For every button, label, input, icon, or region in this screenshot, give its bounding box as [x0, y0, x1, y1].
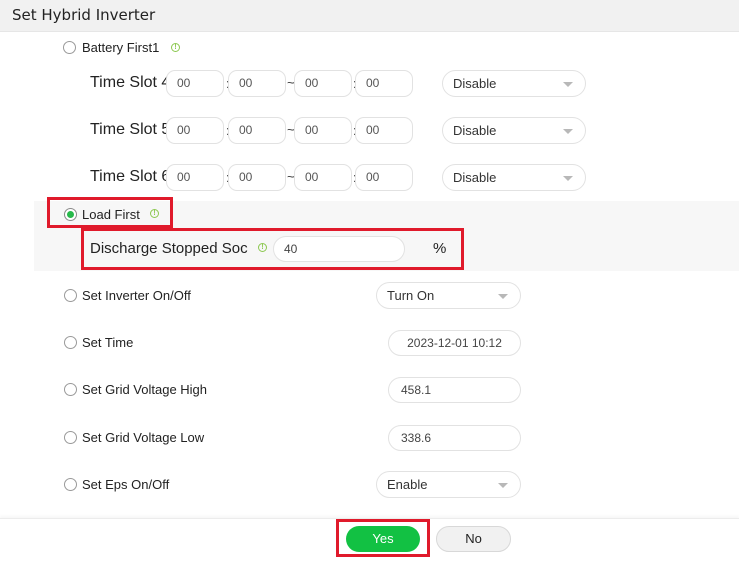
inverter-onoff-value: Turn On [387, 288, 435, 303]
set-time-label: Set Time [82, 335, 134, 350]
time-slot-label: Time Slot 4 [90, 74, 171, 91]
slot-state-value: Disable [453, 76, 497, 91]
grid-voltage-low-input[interactable]: 338.6 [388, 425, 521, 451]
start-hour-input[interactable]: 00 [166, 70, 224, 97]
slot-state-select[interactable]: Disable [442, 117, 586, 144]
start-minute-input[interactable]: 00 [228, 164, 286, 191]
highlight-box [81, 228, 464, 270]
end-hour-input[interactable]: 00 [294, 164, 352, 191]
highlight-box [47, 197, 173, 228]
highlight-box [336, 519, 430, 557]
dialog-title: Set Hybrid Inverter [12, 6, 156, 24]
battery-first-label: Battery First1 [82, 40, 160, 55]
time-slot-label: Time Slot 6 [90, 168, 171, 185]
end-minute-input[interactable]: 00 [355, 70, 413, 97]
set-grid-voltage-high-label: Set Grid Voltage High [82, 382, 208, 397]
slot-state-select[interactable]: Disable [442, 70, 586, 97]
end-minute-input[interactable]: 00 [355, 117, 413, 144]
end-hour-input[interactable]: 00 [294, 70, 352, 97]
slot-state-value: Disable [453, 123, 497, 138]
chevron-down-icon [563, 176, 573, 181]
chevron-down-icon [498, 483, 508, 488]
chevron-down-icon [563, 129, 573, 134]
battery-first-radio[interactable] [63, 41, 76, 54]
eps-onoff-value: Enable [387, 477, 428, 492]
info-icon[interactable]: ! [171, 43, 180, 52]
set-grid-voltage-low-label: Set Grid Voltage Low [82, 430, 205, 445]
set-inverter-onoff-radio[interactable] [64, 289, 77, 302]
start-minute-input[interactable]: 00 [228, 70, 286, 97]
set-grid-voltage-high-radio[interactable] [64, 383, 77, 396]
start-hour-input[interactable]: 00 [166, 117, 224, 144]
end-minute-input[interactable]: 00 [355, 164, 413, 191]
set-eps-onoff-radio[interactable] [64, 478, 77, 491]
start-minute-input[interactable]: 00 [228, 117, 286, 144]
inverter-onoff-select[interactable]: Turn On [376, 282, 521, 309]
slot-state-select[interactable]: Disable [442, 164, 586, 191]
set-eps-onoff-label: Set Eps On/Off [82, 477, 170, 492]
start-hour-input[interactable]: 00 [166, 164, 224, 191]
eps-onoff-select[interactable]: Enable [376, 471, 521, 498]
set-time-input[interactable]: 2023-12-01 10:12 [388, 330, 521, 356]
end-hour-input[interactable]: 00 [294, 117, 352, 144]
slot-state-value: Disable [453, 170, 497, 185]
chevron-down-icon [563, 82, 573, 87]
set-inverter-onoff-label: Set Inverter On/Off [82, 288, 191, 303]
grid-voltage-high-input[interactable]: 458.1 [388, 377, 521, 403]
dialog-header: Set Hybrid Inverter [0, 0, 739, 32]
set-grid-voltage-low-radio[interactable] [64, 431, 77, 444]
no-button[interactable]: No [436, 526, 511, 552]
chevron-down-icon [498, 294, 508, 299]
set-time-radio[interactable] [64, 336, 77, 349]
time-slot-label: Time Slot 5 [90, 121, 171, 138]
